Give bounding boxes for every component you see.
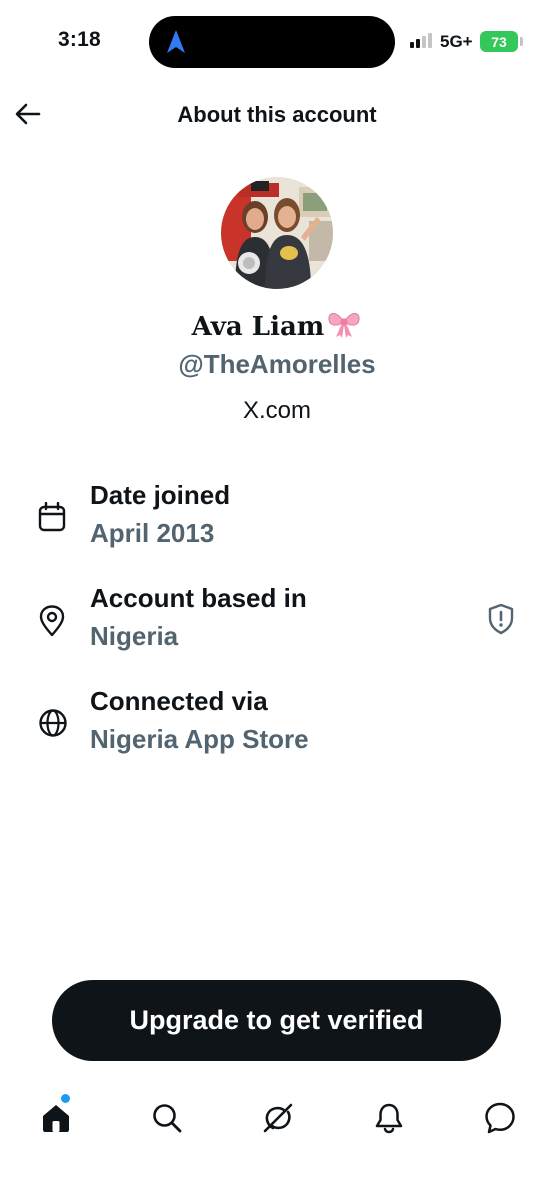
notifications-bell-icon — [375, 1103, 403, 1134]
profile-photo — [221, 177, 333, 289]
tab-notifications[interactable] — [369, 1098, 409, 1138]
battery-level: 73 — [491, 33, 507, 50]
upgrade-verified-label: Upgrade to get verified — [129, 1005, 424, 1035]
page-title: About this account — [177, 102, 377, 127]
cellular-signal-icon — [410, 33, 432, 48]
info-row-account-based-in: Account based in Nigeria — [0, 583, 554, 663]
tab-search[interactable] — [147, 1098, 187, 1138]
tab-messages[interactable] — [480, 1098, 520, 1138]
connected-via-label: Connected via — [90, 686, 268, 716]
account-based-in-value: Nigeria — [90, 621, 179, 651]
shield-alert-button[interactable] — [487, 603, 515, 640]
home-notification-dot — [61, 1094, 70, 1103]
status-time: 3:18 — [58, 28, 101, 51]
grok-icon — [263, 1103, 293, 1133]
display-name-text: Ava Liam — [191, 312, 325, 342]
dynamic-island — [149, 16, 395, 68]
info-row-connected-via: Connected via Nigeria App Store — [0, 686, 554, 766]
tab-grok[interactable] — [258, 1098, 298, 1138]
tab-home[interactable] — [36, 1098, 76, 1138]
shield-alert-icon — [488, 603, 514, 635]
network-type: 5G+ — [440, 32, 473, 51]
calendar-icon — [38, 502, 66, 532]
about-account-screen: 3:18 5G+ 73 About this account Ava Liam … — [0, 0, 554, 1200]
connected-via-value: Nigeria App Store — [90, 724, 309, 754]
battery-cap — [520, 37, 523, 46]
date-joined-label: Date joined — [90, 480, 231, 510]
display-name: Ava Liam — [0, 308, 554, 345]
globe-icon — [39, 709, 67, 737]
battery-indicator: 73 — [480, 31, 518, 52]
account-source[interactable]: X.com — [0, 397, 554, 425]
location-pin-icon — [39, 605, 65, 637]
date-joined-value: April 2013 — [90, 518, 215, 548]
account-handle: @TheAmorelles — [178, 349, 376, 379]
avatar[interactable] — [221, 177, 333, 289]
info-row-date-joined: Date joined April 2013 — [0, 480, 554, 560]
home-icon — [43, 1105, 69, 1132]
search-icon — [153, 1104, 182, 1133]
ribbon-bow-icon — [326, 308, 362, 345]
account-based-in-label: Account based in — [90, 583, 307, 613]
messages-icon — [485, 1102, 515, 1134]
upgrade-verified-button[interactable]: Upgrade to get verified — [52, 980, 501, 1061]
navigation-arrow-icon — [167, 30, 185, 53]
